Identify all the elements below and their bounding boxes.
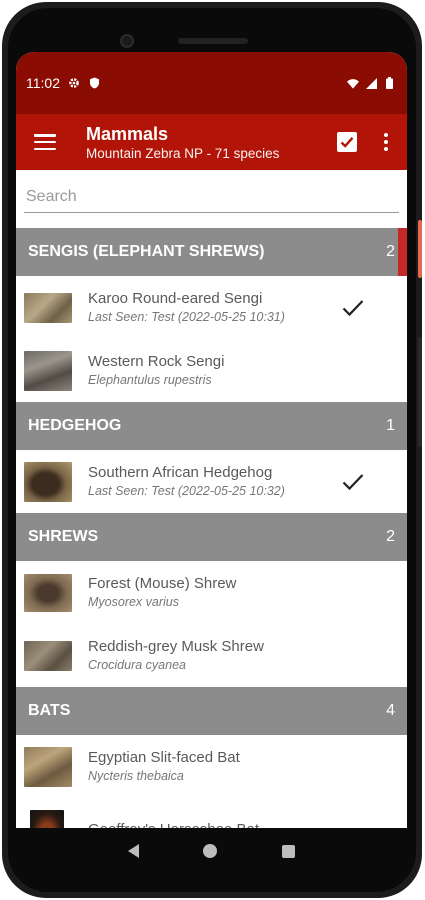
section-title: SHREWS xyxy=(28,528,99,545)
section-title: SENGIS (ELEPHANT SHREWS) xyxy=(28,243,265,260)
section-count: 1 xyxy=(386,417,395,434)
section-header-shrews[interactable]: SHREWS 2 xyxy=(16,513,407,561)
species-name: Forest (Mouse) Shrew xyxy=(88,575,237,592)
list-item[interactable]: Egyptian Slit-faced Bat Nycteris thebaic… xyxy=(16,735,407,798)
list-item[interactable]: Geoffroy's Horseshoe Bat xyxy=(16,798,407,828)
species-thumbnail xyxy=(24,573,72,612)
section-count: 4 xyxy=(386,702,395,719)
list-item[interactable]: Forest (Mouse) Shrew Myosorex varius xyxy=(16,561,407,624)
species-thumbnail xyxy=(24,461,72,502)
status-bar: 11:02 xyxy=(16,52,407,114)
species-name: Egyptian Slit-faced Bat xyxy=(88,749,240,766)
shield-icon xyxy=(88,77,100,89)
hamburger-menu-icon[interactable] xyxy=(34,134,56,150)
back-icon[interactable] xyxy=(128,844,140,858)
list-item[interactable]: Reddish-grey Musk Shrew Crocidura cyanea xyxy=(16,624,407,687)
species-thumbnail xyxy=(30,809,64,828)
species-name: Karoo Round-eared Sengi xyxy=(88,290,263,307)
section-title: BATS xyxy=(28,702,71,719)
section-header-hedgehog[interactable]: HEDGEHOG 1 xyxy=(16,402,407,450)
page-title: Mammals xyxy=(86,123,169,144)
species-thumbnail xyxy=(24,746,72,787)
species-thumbnail xyxy=(24,350,72,391)
species-name: Southern African Hedgehog xyxy=(88,464,273,481)
species-subtitle: Nycteris thebaica xyxy=(88,769,184,783)
section-count: 2 xyxy=(386,243,395,260)
scrollbar-thumb[interactable] xyxy=(398,228,407,276)
list-item[interactable]: Southern African Hedgehog Last Seen: Tes… xyxy=(16,450,407,513)
species-thumbnail xyxy=(24,640,72,671)
species-subtitle: Myosorex varius xyxy=(88,595,179,609)
species-subtitle: Elephantulus rupestris xyxy=(88,373,212,387)
status-time: 11:02 xyxy=(26,75,60,91)
more-options-icon[interactable] xyxy=(383,133,389,151)
species-name: Geoffroy's Horseshoe Bat xyxy=(88,820,399,829)
species-name: Western Rock Sengi xyxy=(88,353,225,370)
checklist-toggle-icon[interactable] xyxy=(337,132,357,152)
section-header-sengis[interactable]: SENGIS (ELEPHANT SHREWS) 2 xyxy=(16,228,407,276)
section-title: HEDGEHOG xyxy=(28,417,122,434)
battery-icon xyxy=(383,77,395,89)
page-subtitle: Mountain Zebra NP - 71 species xyxy=(86,145,280,161)
species-name: Reddish-grey Musk Shrew xyxy=(88,638,264,655)
wifi-icon xyxy=(347,77,359,89)
earpiece-speaker xyxy=(178,38,248,44)
signal-icon xyxy=(365,77,377,89)
volume-button xyxy=(418,220,422,278)
species-subtitle: Last Seen: Test (2022-05-25 10:31) xyxy=(88,310,285,324)
species-subtitle: Last Seen: Test (2022-05-25 10:32) xyxy=(88,484,285,498)
seen-check-icon xyxy=(333,299,373,317)
app-screen: 11:02 Mammals Mountain Zebra NP - 71 spe… xyxy=(16,52,407,828)
home-icon[interactable] xyxy=(203,844,218,858)
front-camera xyxy=(120,34,134,48)
search-input[interactable] xyxy=(24,184,399,213)
search-container xyxy=(16,170,407,228)
list-item[interactable]: Western Rock Sengi Elephantulus rupestri… xyxy=(16,339,407,402)
section-header-bats[interactable]: BATS 4 xyxy=(16,687,407,735)
species-thumbnail xyxy=(24,292,72,323)
recent-apps-icon[interactable] xyxy=(281,844,295,858)
seen-check-icon xyxy=(333,473,373,491)
section-count: 2 xyxy=(386,528,395,545)
app-bar: Mammals Mountain Zebra NP - 71 species xyxy=(16,114,407,170)
species-list: SENGIS (ELEPHANT SHREWS) 2 Karoo Round-e… xyxy=(16,228,407,828)
power-button xyxy=(418,337,422,447)
system-navigation-bar xyxy=(16,828,407,874)
species-subtitle: Crocidura cyanea xyxy=(88,658,186,672)
settings-gear-icon xyxy=(68,77,80,89)
list-item[interactable]: Karoo Round-eared Sengi Last Seen: Test … xyxy=(16,276,407,339)
